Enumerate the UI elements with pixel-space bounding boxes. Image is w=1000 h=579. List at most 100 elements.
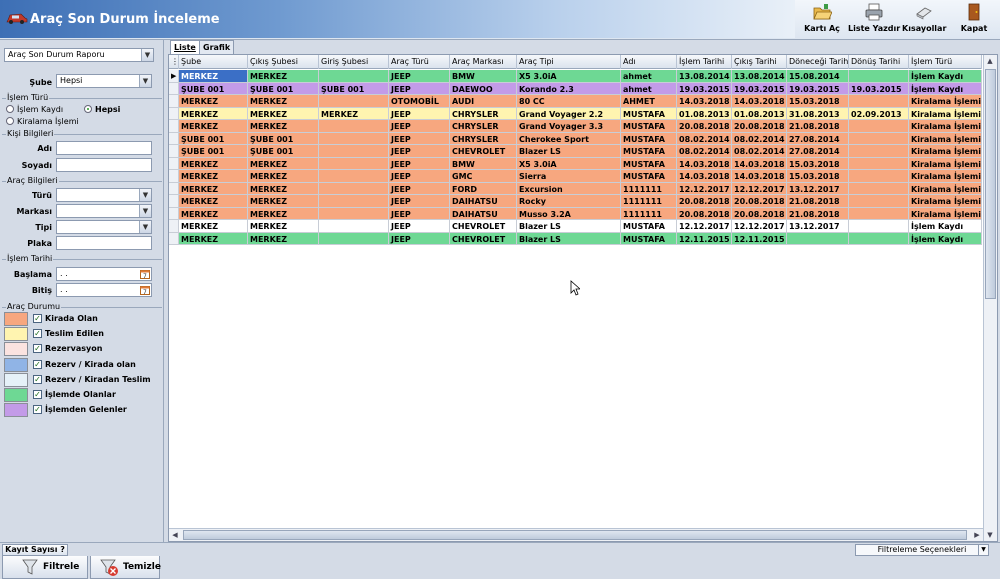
- table-cell[interactable]: MERKEZ: [248, 195, 319, 208]
- table-cell[interactable]: 13.08.2014: [732, 70, 787, 83]
- table-cell[interactable]: MERKEZ: [179, 207, 248, 220]
- tab-list[interactable]: Liste: [170, 40, 200, 54]
- row-indicator[interactable]: [169, 107, 179, 120]
- table-cell[interactable]: MERKEZ: [248, 157, 319, 170]
- table-cell[interactable]: 31.08.2013: [787, 107, 849, 120]
- table-row[interactable]: ŞUBE 001 ŞUBE 001 JEEP CHEVROLET Blazer LS MU…: [169, 145, 982, 158]
- scroll-up-icon[interactable]: ▲: [984, 55, 996, 67]
- table-row[interactable]: ŞUBE 001 ŞUBE 001 JEEP CHRYSLER Cherokee Spo…: [169, 132, 982, 145]
- table-cell[interactable]: İşlem Kaydı: [909, 232, 982, 245]
- table-cell[interactable]: Sierra: [517, 170, 621, 183]
- table-cell[interactable]: 14.03.2018: [732, 170, 787, 183]
- row-indicator[interactable]: [169, 157, 179, 170]
- table-cell[interactable]: JEEP: [389, 145, 450, 158]
- column-header[interactable]: Dönüş Tarihi: [849, 55, 909, 69]
- table-cell[interactable]: [319, 70, 389, 83]
- table-cell[interactable]: JEEP: [389, 70, 450, 83]
- table-cell[interactable]: MUSTAFA: [621, 120, 677, 133]
- legend-checkbox[interactable]: ✓: [33, 344, 42, 354]
- row-indicator[interactable]: [169, 170, 179, 183]
- table-cell[interactable]: 27.08.2014: [787, 145, 849, 158]
- table-cell[interactable]: [319, 170, 389, 183]
- table-row[interactable]: MERKEZ MERKEZ OTOMOBİL AUDI 80 CC AHMET 14.03.…: [169, 95, 982, 108]
- horizontal-scrollbar[interactable]: ◀ ▶: [169, 528, 983, 541]
- table-cell[interactable]: 20.08.2018: [732, 207, 787, 220]
- table-cell[interactable]: Grand Voyager 3.3: [517, 120, 621, 133]
- end-date-input[interactable]: . . 7: [56, 283, 152, 297]
- table-cell[interactable]: ŞUBE 001: [248, 132, 319, 145]
- table-cell[interactable]: Kiralama İşlemi: [909, 207, 982, 220]
- table-row[interactable]: MERKEZ MERKEZ JEEP DAIHATSU Rocky 1111111 20.0…: [169, 195, 982, 208]
- table-cell[interactable]: Kiralama İşlemi: [909, 132, 982, 145]
- last-name-input[interactable]: [56, 158, 152, 172]
- table-cell[interactable]: Cherokee Sport: [517, 132, 621, 145]
- table-row[interactable]: MERKEZ MERKEZ JEEP CHEVROLET Blazer LS MUSTAF…: [169, 232, 982, 245]
- table-cell[interactable]: 14.03.2018: [677, 95, 732, 108]
- table-cell[interactable]: İşlem Kaydı: [909, 220, 982, 233]
- table-cell[interactable]: CHRYSLER: [450, 132, 517, 145]
- table-cell[interactable]: 08.02.2014: [677, 145, 732, 158]
- table-cell[interactable]: [849, 207, 909, 220]
- table-cell[interactable]: JEEP: [389, 207, 450, 220]
- table-cell[interactable]: MUSTAFA: [621, 170, 677, 183]
- table-cell[interactable]: 19.03.2015: [732, 82, 787, 95]
- table-cell[interactable]: MUSTAFA: [621, 132, 677, 145]
- table-cell[interactable]: [849, 232, 909, 245]
- table-cell[interactable]: MERKEZ: [179, 157, 248, 170]
- legend-checkbox[interactable]: ✓: [33, 329, 42, 339]
- brand-select[interactable]: ▼: [56, 204, 152, 218]
- table-cell[interactable]: 13.12.2017: [787, 220, 849, 233]
- table-cell[interactable]: CHRYSLER: [450, 107, 517, 120]
- table-cell[interactable]: Excursion: [517, 182, 621, 195]
- table-cell[interactable]: MUSTAFA: [621, 157, 677, 170]
- table-cell[interactable]: ahmet: [621, 70, 677, 83]
- plate-input[interactable]: [56, 236, 152, 250]
- table-cell[interactable]: MERKEZ: [248, 207, 319, 220]
- column-header[interactable]: İşlem Türü: [909, 55, 982, 69]
- scroll-left-icon[interactable]: ◀: [169, 529, 181, 541]
- table-cell[interactable]: 15.03.2018: [787, 157, 849, 170]
- table-cell[interactable]: [319, 120, 389, 133]
- table-cell[interactable]: MERKEZ: [179, 70, 248, 83]
- calendar-icon[interactable]: 7: [140, 269, 150, 279]
- table-cell[interactable]: MERKEZ: [248, 182, 319, 195]
- table-cell[interactable]: [787, 232, 849, 245]
- column-header[interactable]: Şube: [179, 55, 248, 69]
- table-row[interactable]: ▶ MERKEZ MERKEZ JEEP BMW X5 3.0iA ahmet 13.08.2…: [169, 70, 982, 83]
- column-header[interactable]: Araç Türü: [389, 55, 450, 69]
- table-cell[interactable]: Kiralama İşlemi: [909, 182, 982, 195]
- table-cell[interactable]: 1111111: [621, 207, 677, 220]
- start-date-input[interactable]: . . 7: [56, 267, 152, 281]
- filter-button[interactable]: Filtrele: [2, 553, 88, 579]
- table-cell[interactable]: [849, 70, 909, 83]
- table-row[interactable]: MERKEZ MERKEZ MERKEZ JEEP CHRYSLER Grand Voya…: [169, 107, 982, 120]
- table-cell[interactable]: CHEVROLET: [450, 145, 517, 158]
- table-cell[interactable]: JEEP: [389, 170, 450, 183]
- table-cell[interactable]: [849, 145, 909, 158]
- table-cell[interactable]: Blazer LS: [517, 220, 621, 233]
- table-cell[interactable]: 12.12.2017: [732, 220, 787, 233]
- table-cell[interactable]: ŞUBE 001: [179, 82, 248, 95]
- column-header[interactable]: Döneceği Tarihi: [787, 55, 849, 69]
- table-cell[interactable]: 13.12.2017: [787, 182, 849, 195]
- table-cell[interactable]: 19.03.2015: [787, 82, 849, 95]
- table-cell[interactable]: Musso 3.2A: [517, 207, 621, 220]
- table-row[interactable]: MERKEZ MERKEZ JEEP FORD Excursion 1111111 12.1…: [169, 182, 982, 195]
- table-cell[interactable]: 12.11.2015: [732, 232, 787, 245]
- table-cell[interactable]: Kiralama İşlemi: [909, 170, 982, 183]
- legend-checkbox[interactable]: ✓: [33, 374, 42, 384]
- table-cell[interactable]: Blazer LS: [517, 145, 621, 158]
- table-cell[interactable]: 13.08.2014: [677, 70, 732, 83]
- table-cell[interactable]: MUSTAFA: [621, 220, 677, 233]
- table-cell[interactable]: [849, 95, 909, 108]
- table-cell[interactable]: DAIHATSU: [450, 195, 517, 208]
- column-header[interactable]: Çıkış Şubesi: [248, 55, 319, 69]
- table-cell[interactable]: FORD: [450, 182, 517, 195]
- table-cell[interactable]: Kiralama İşlemi: [909, 145, 982, 158]
- table-cell[interactable]: MERKEZ: [248, 120, 319, 133]
- row-indicator[interactable]: [169, 95, 179, 108]
- table-cell[interactable]: 12.12.2017: [677, 182, 732, 195]
- table-cell[interactable]: 12.11.2015: [677, 232, 732, 245]
- table-cell[interactable]: 19.03.2015: [677, 82, 732, 95]
- table-cell[interactable]: JEEP: [389, 107, 450, 120]
